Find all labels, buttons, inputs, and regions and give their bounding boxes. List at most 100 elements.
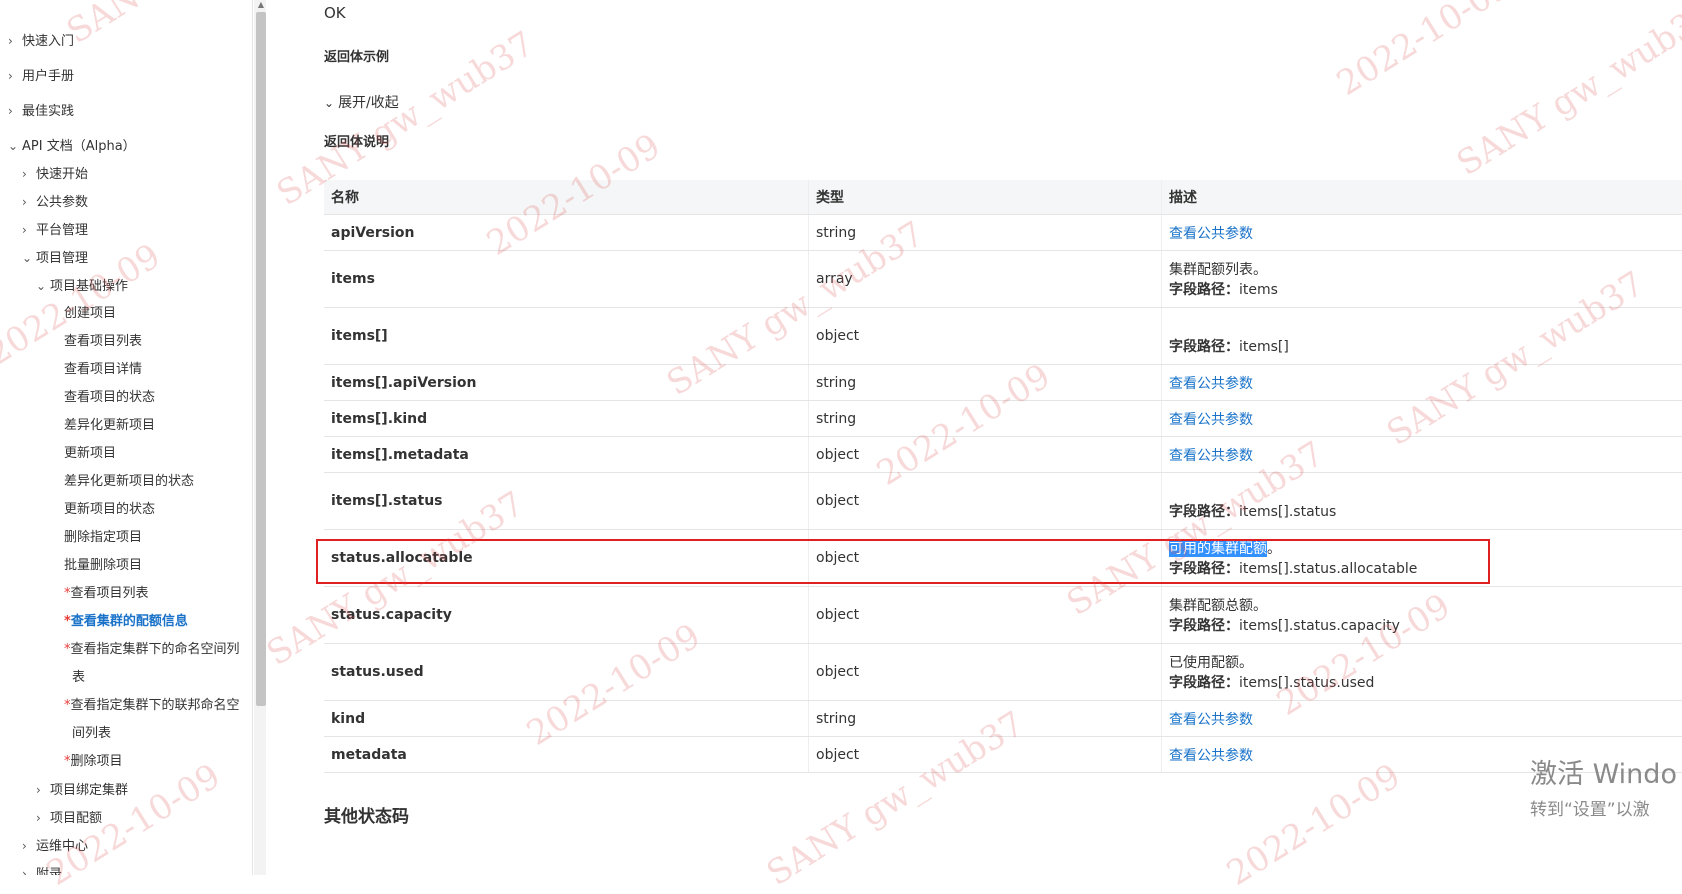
sidebar-nav: ›快速入门›用户手册›最佳实践⌄API 文档（Alpha）›快速开始›公共参数›… — [0, 0, 253, 875]
field-name: status.allocatable — [324, 530, 809, 587]
sidebar-item-label: 快速入门 — [22, 34, 74, 49]
field-name: items — [324, 251, 809, 308]
sidebar-item[interactable]: ›项目绑定集群 — [36, 777, 128, 803]
sidebar-item[interactable]: *查看指定集群下的命名空间列 — [64, 637, 240, 663]
chevron-right-icon: › — [22, 833, 36, 859]
description-suffix: 。 — [1267, 541, 1281, 557]
field-type: object — [809, 473, 1162, 530]
sidebar-item[interactable]: ›最佳实践 — [8, 98, 74, 124]
sidebar-scrollbar-thumb[interactable] — [256, 12, 266, 706]
table-row: items[].kindstring查看公共参数 — [324, 401, 1682, 437]
sidebar-item[interactable]: ›用户手册 — [8, 63, 74, 89]
sidebar-item[interactable]: *查看指定集群下的联邦命名空 — [64, 693, 240, 719]
common-params-link[interactable]: 查看公共参数 — [1169, 448, 1253, 464]
table-row: metadataobject 查看公共参数 — [324, 737, 1682, 773]
selected-text: 可用的集群配额 — [1169, 541, 1267, 557]
common-params-link[interactable]: 查看公共参数 — [1169, 226, 1253, 242]
sidebar-item[interactable]: ›公共参数 — [22, 189, 88, 215]
sidebar-item-label: 删除项目 — [71, 754, 123, 769]
field-description: 字段路径：items[] — [1162, 308, 1682, 365]
chevron-down-icon: ⌄ — [36, 273, 50, 299]
sidebar-item[interactable]: *查看集群的配额信息 — [64, 609, 188, 635]
sidebar-item-label: 项目基础操作 — [50, 279, 128, 294]
table-row: itemsarray集群配额列表。字段路径：items — [324, 251, 1682, 308]
sidebar-item[interactable]: *查看项目列表 — [64, 581, 149, 607]
chevron-down-icon: ⌄ — [22, 245, 36, 271]
sidebar-item-label: 创建项目 — [64, 306, 116, 321]
field-path: 字段路径：items[].status.allocatable — [1169, 558, 1679, 578]
chevron-right-icon: › — [8, 98, 22, 124]
sidebar-item-label: API 文档（Alpha） — [22, 139, 136, 154]
sidebar-item[interactable]: 更新项目的状态 — [64, 497, 155, 523]
sidebar-item-label: 删除指定项目 — [64, 530, 142, 545]
sidebar-item[interactable]: ⌄项目管理 — [22, 245, 88, 271]
column-header-name: 名称 — [324, 180, 809, 215]
sidebar-item[interactable]: *删除项目 — [64, 749, 123, 775]
field-path-value: items — [1239, 282, 1278, 298]
sidebar-item[interactable]: 批量删除项目 — [64, 553, 142, 579]
field-name: metadata — [324, 737, 809, 773]
description-text: 集群配额总额。 — [1169, 595, 1679, 615]
sidebar-item-label: 运维中心 — [36, 839, 88, 854]
field-description: 集群配额总额。字段路径：items[].status.capacity — [1162, 587, 1682, 644]
sidebar-item[interactable]: ›快速入门 — [8, 28, 74, 54]
description-text: 可用的集群配额。 — [1169, 538, 1679, 558]
common-params-link[interactable]: 查看公共参数 — [1169, 376, 1253, 392]
chevron-down-icon: ⌄ — [324, 96, 334, 110]
sidebar-item-label: 平台管理 — [36, 223, 88, 238]
field-type: object — [809, 737, 1162, 773]
sidebar-item[interactable]: ⌄项目基础操作 — [36, 273, 128, 299]
column-header-desc: 描述 — [1162, 180, 1682, 215]
sidebar-item[interactable]: 差异化更新项目 — [64, 413, 155, 439]
field-name: status.used — [324, 644, 809, 701]
field-type: string — [809, 701, 1162, 737]
sidebar-item-label: 查看指定集群下的命名空间列 — [71, 642, 240, 657]
sidebar-item[interactable]: ›附录 — [22, 861, 62, 875]
sidebar-item-label: 项目绑定集群 — [50, 783, 128, 798]
field-path-label: 字段路径： — [1169, 504, 1239, 520]
sidebar-item[interactable]: 查看项目详情 — [64, 357, 142, 383]
field-name: status.capacity — [324, 587, 809, 644]
sidebar-item[interactable]: 差异化更新项目的状态 — [64, 469, 194, 495]
sidebar-item[interactable]: 表 — [72, 665, 85, 691]
common-params-link[interactable]: 查看公共参数 — [1169, 412, 1253, 428]
field-type: string — [809, 401, 1162, 437]
scroll-up-icon[interactable]: ▲ — [256, 0, 266, 10]
sidebar-item[interactable]: 删除指定项目 — [64, 525, 142, 551]
table-header-row: 名称 类型 描述 — [324, 180, 1682, 215]
sidebar-item[interactable]: ›运维中心 — [22, 833, 88, 859]
chevron-right-icon: › — [22, 189, 36, 215]
sidebar-item[interactable]: 查看项目的状态 — [64, 385, 155, 411]
sidebar-item[interactable]: 创建项目 — [64, 301, 116, 327]
sidebar-item[interactable]: ›快速开始 — [22, 161, 88, 187]
field-path: 字段路径：items[].status.capacity — [1169, 615, 1679, 635]
sidebar-item-label: 最佳实践 — [22, 104, 74, 119]
sidebar-item[interactable]: ⌄API 文档（Alpha） — [8, 133, 136, 159]
column-header-type: 类型 — [809, 180, 1162, 215]
sidebar-item-label: 差异化更新项目 — [64, 418, 155, 433]
response-desc-label: 返回体说明 — [324, 131, 389, 150]
sidebar-item-label: 查看项目列表 — [64, 334, 142, 349]
common-params-link[interactable]: 查看公共参数 — [1169, 748, 1253, 764]
field-path-label: 字段路径： — [1169, 675, 1239, 691]
activation-line-1: 激活 Windo — [1530, 752, 1677, 791]
sidebar-item[interactable]: 间列表 — [72, 721, 111, 747]
chevron-right-icon: › — [22, 861, 36, 875]
field-path-value: items[].status — [1239, 504, 1336, 520]
sidebar-item[interactable]: ›项目配额 — [36, 805, 102, 831]
common-params-link[interactable]: 查看公共参数 — [1169, 712, 1253, 728]
sidebar-item[interactable]: ›平台管理 — [22, 217, 88, 243]
other-status-codes-heading: 其他状态码 — [324, 802, 409, 827]
field-type: object — [809, 437, 1162, 473]
field-path-label: 字段路径： — [1169, 561, 1239, 577]
field-description: 集群配额列表。字段路径：items — [1162, 251, 1682, 308]
sidebar-item-label: 附录 — [36, 867, 62, 875]
sidebar-item[interactable]: 更新项目 — [64, 441, 116, 467]
sidebar-item[interactable]: 查看项目列表 — [64, 329, 142, 355]
field-path-value: items[].status.used — [1239, 675, 1374, 691]
field-path: 字段路径：items[].status — [1169, 501, 1679, 521]
field-type: object — [809, 644, 1162, 701]
response-fields-table: 名称 类型 描述 apiVersionstring查看公共参数itemsarra… — [324, 180, 1682, 773]
sidebar-item-label: 公共参数 — [36, 195, 88, 210]
expand-collapse-toggle[interactable]: ⌄展开/收起 — [324, 92, 399, 112]
